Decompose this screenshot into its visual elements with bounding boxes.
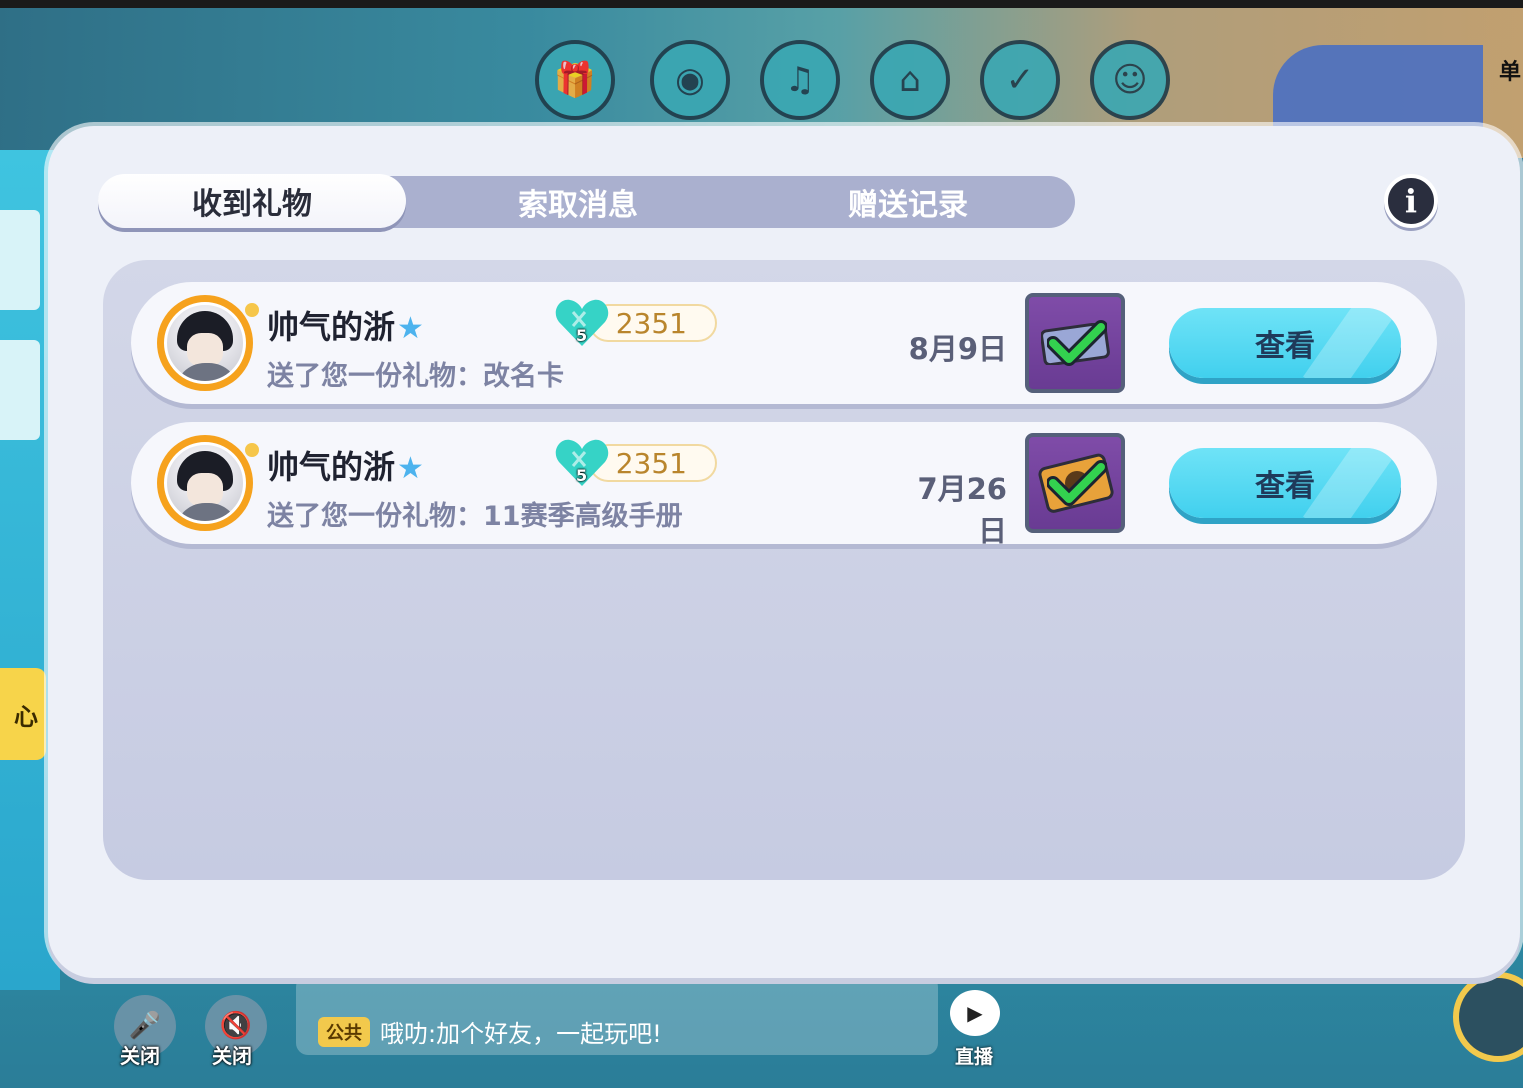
star-icon: ★ bbox=[397, 311, 424, 346]
heart-level: 5 bbox=[576, 466, 588, 485]
gift-message: 送了您一份礼物：11赛季高级手册 bbox=[267, 501, 683, 532]
gift-dialog: 收到礼物 索取消息 赠送记录 i 帅气的浙★ 送了您一份礼物：改名卡 2351 bbox=[48, 126, 1520, 978]
shop-bag-icon: ⌂ bbox=[870, 40, 950, 120]
chat-message: 哦叻:加个好友，一起玩吧! bbox=[380, 1020, 662, 1048]
mic-label: 关闭 bbox=[120, 1044, 160, 1068]
task-check-icon: ✓ bbox=[980, 40, 1060, 120]
season-handbook-icon bbox=[1025, 433, 1125, 533]
sender-name: 帅气的浙★ bbox=[267, 302, 424, 348]
gift-tab-bar: 收到礼物 索取消息 赠送记录 bbox=[98, 174, 1075, 228]
status-bar bbox=[0, 0, 1523, 8]
star-icon: ★ bbox=[397, 451, 424, 486]
live-label: 直播 bbox=[955, 1046, 994, 1068]
info-icon: i bbox=[1404, 182, 1418, 220]
intimacy-indicator: 2351 5 bbox=[555, 436, 725, 492]
chat-line: 公共 哦叻:加个好友，一起玩吧! bbox=[318, 1014, 662, 1049]
view-gift-button[interactable]: 查看 bbox=[1169, 308, 1401, 378]
music-icon: ♫ bbox=[760, 40, 840, 120]
live-icon: ▶ bbox=[950, 990, 1000, 1036]
gift-list: 帅气的浙★ 送了您一份礼物：改名卡 2351 5 8月9日 查看 帅气的浙★ 送… bbox=[103, 260, 1465, 880]
sender-name-text: 帅气的浙 bbox=[267, 308, 396, 346]
tab-received-gifts[interactable]: 收到礼物 bbox=[98, 174, 406, 228]
rename-card-icon bbox=[1025, 293, 1125, 393]
friends-icon: ☺ bbox=[1090, 40, 1170, 120]
tab-request-messages[interactable]: 索取消息 bbox=[428, 176, 728, 228]
gift-message: 送了您一份礼物：改名卡 bbox=[267, 361, 564, 392]
sender-name: 帅气的浙★ bbox=[267, 442, 424, 488]
tab-sent-records[interactable]: 赠送记录 bbox=[758, 176, 1058, 228]
gift-list-item: 帅气的浙★ 送了您一份礼物：11赛季高级手册 2351 5 7月26日 查看 bbox=[131, 422, 1437, 548]
info-button[interactable]: i bbox=[1384, 174, 1438, 228]
gift-list-item: 帅气的浙★ 送了您一份礼物：改名卡 2351 5 8月9日 查看 bbox=[131, 282, 1437, 404]
left-sidebar-tab bbox=[0, 340, 40, 440]
gift-date: 7月26日 bbox=[917, 472, 1007, 548]
speaker-label: 关闭 bbox=[212, 1044, 252, 1068]
avatar[interactable] bbox=[157, 435, 259, 531]
intimacy-indicator: 2351 5 bbox=[555, 296, 725, 352]
avatar-image bbox=[164, 302, 246, 384]
corner-label: 单 bbox=[1498, 60, 1521, 85]
gift-shop-icon: 🎁 bbox=[535, 40, 615, 120]
check-icon bbox=[1047, 460, 1107, 506]
settings-corner-button bbox=[1273, 45, 1483, 135]
check-icon bbox=[1047, 320, 1107, 366]
heart-level: 5 bbox=[576, 326, 588, 345]
avatar-badge-icon bbox=[245, 443, 259, 457]
avatar-image bbox=[164, 442, 246, 524]
camera-icon: ◉ bbox=[650, 40, 730, 120]
left-yellow-tab: 心 bbox=[0, 668, 46, 760]
avatar-badge-icon bbox=[245, 303, 259, 317]
chat-channel-tag: 公共 bbox=[318, 1016, 370, 1047]
gift-date: 8月9日 bbox=[908, 332, 1007, 366]
avatar[interactable] bbox=[157, 295, 259, 391]
sender-name-text: 帅气的浙 bbox=[267, 448, 396, 486]
view-gift-button[interactable]: 查看 bbox=[1169, 448, 1401, 518]
left-sidebar-tab bbox=[0, 210, 40, 310]
